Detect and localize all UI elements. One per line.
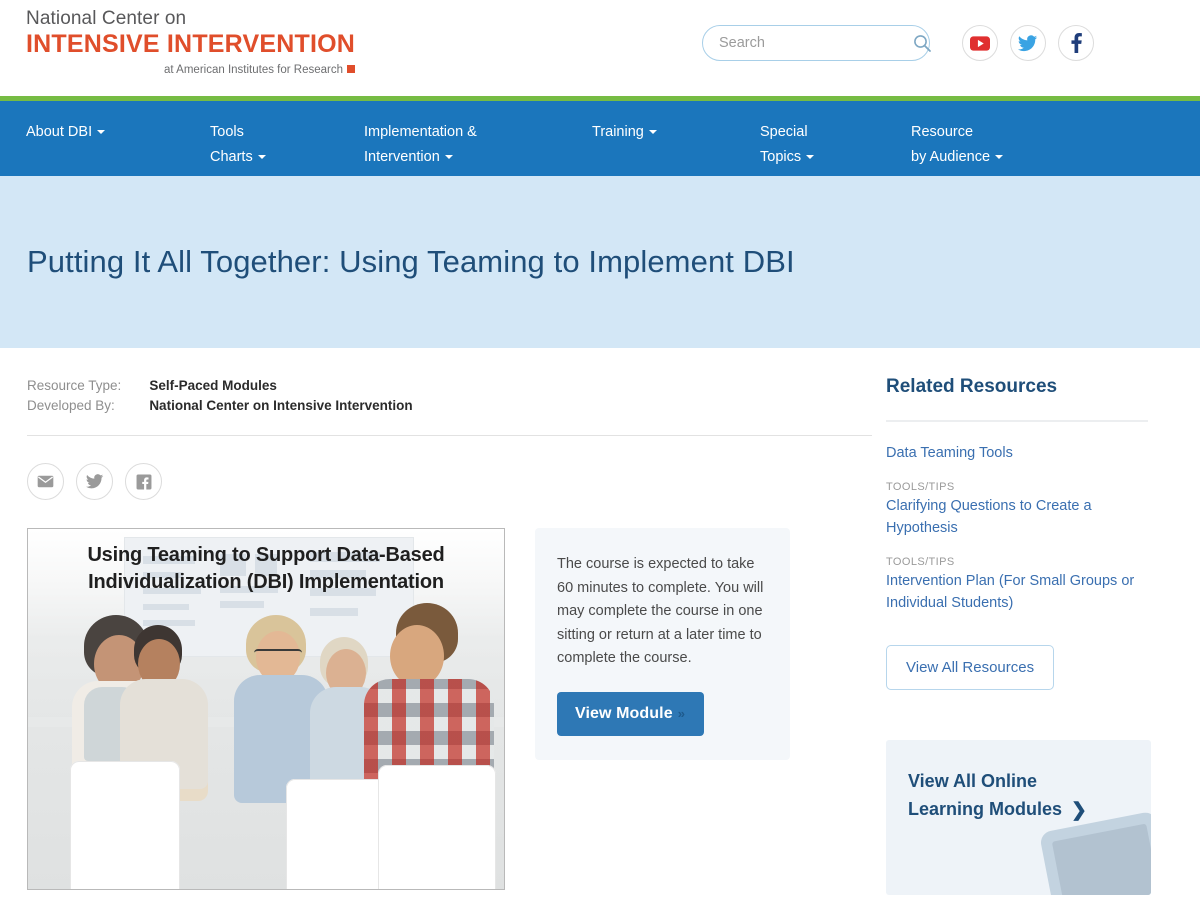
social-links xyxy=(962,25,1094,61)
nav-item-training[interactable]: Training xyxy=(592,120,657,145)
view-module-label: View Module xyxy=(575,704,673,722)
nav-label-line2: Intervention xyxy=(364,149,440,165)
logo-tagline: at American Institutes for Research xyxy=(26,62,355,78)
related-resources-list: Data Teaming Tools TOOLS/TIPS Clarifying… xyxy=(880,442,1200,614)
site-logo[interactable]: National Center on INTENSIVE INTERVENTIO… xyxy=(26,8,355,78)
promo-text: View All Online Learning Modules ❯ xyxy=(886,740,1101,825)
chevron-down-icon xyxy=(97,129,106,134)
related-resource-link[interactable]: Intervention Plan (For Small Groups or I… xyxy=(886,570,1151,614)
chair xyxy=(286,779,390,889)
youtube-link[interactable] xyxy=(962,25,998,61)
twitter-link[interactable] xyxy=(1010,25,1046,61)
search-box[interactable] xyxy=(702,25,931,61)
logo-line-1: National Center on xyxy=(26,8,187,29)
related-resources-title: Related Resources xyxy=(886,376,1058,397)
chevron-down-icon xyxy=(648,129,657,134)
chevron-right-icon: » xyxy=(677,705,686,721)
related-resource-item: Data Teaming Tools xyxy=(886,442,1151,464)
nav-label-line2-wrap: Topics xyxy=(760,145,815,170)
twitter-icon xyxy=(1018,34,1038,51)
site-header: National Center on INTENSIVE INTERVENTIO… xyxy=(0,0,1200,96)
primary-column: Resource Type: Self-Paced Modules Develo… xyxy=(0,348,880,895)
promo-line2: Learning Modules xyxy=(908,799,1063,819)
share-facebook-button[interactable] xyxy=(125,463,162,500)
nav-item-about-dbi[interactable]: About DBI xyxy=(26,120,106,145)
metadata-row: Developed By: National Center on Intensi… xyxy=(27,398,413,418)
nav-label-line2-wrap: Charts xyxy=(210,145,266,170)
share-email-button[interactable] xyxy=(27,463,64,500)
chevron-down-icon xyxy=(444,154,453,159)
resource-metadata: Resource Type: Self-Paced Modules Develo… xyxy=(27,378,413,418)
metadata-value: Self-Paced Modules xyxy=(149,378,277,393)
module-section: Using Teaming to Support Data-Based Indi… xyxy=(27,528,880,890)
search-input[interactable] xyxy=(703,26,912,60)
nav-label-line2: by Audience xyxy=(911,149,991,165)
view-module-button[interactable]: View Module» xyxy=(557,691,705,736)
module-thumbnail-title: Using Teaming to Support Data-Based Indi… xyxy=(28,529,504,596)
nav-label-line1: Training xyxy=(592,124,644,140)
share-twitter-button[interactable] xyxy=(76,463,113,500)
metadata-row: Resource Type: Self-Paced Modules xyxy=(27,378,413,398)
chevron-right-icon: ❯ xyxy=(1071,800,1087,821)
search-button[interactable] xyxy=(912,26,940,60)
related-resource-link[interactable]: Data Teaming Tools xyxy=(886,442,1013,464)
main-navigation: About DBI Tools Charts Implementation & … xyxy=(0,101,1200,176)
resource-category: TOOLS/TIPS xyxy=(886,481,955,493)
course-info-card: The course is expected to take 60 minute… xyxy=(535,528,790,760)
nav-label-line2-wrap: Intervention xyxy=(364,145,477,170)
nav-label-line2: Charts xyxy=(210,149,253,165)
page-title: Putting It All Together: Using Teaming t… xyxy=(27,244,795,279)
tablet-screen xyxy=(1051,823,1151,895)
related-resource-item: TOOLS/TIPS Intervention Plan (For Small … xyxy=(886,556,1151,614)
logo-line-2: INTENSIVE INTERVENTION xyxy=(26,30,355,58)
facebook-icon xyxy=(136,474,151,489)
logo-tagline-text: at American Institutes for Research xyxy=(164,64,343,76)
promo-line1: View All Online xyxy=(908,771,1038,791)
nav-item-special-topics[interactable]: Special Topics xyxy=(760,120,815,170)
nav-label-line2-wrap: by Audience xyxy=(911,145,1004,170)
envelope-icon xyxy=(37,475,54,488)
nav-item-resource-by-audience[interactable]: Resource by Audience xyxy=(911,120,1004,170)
divider xyxy=(886,420,1148,422)
main-content: Resource Type: Self-Paced Modules Develo… xyxy=(0,348,1200,895)
chevron-down-icon xyxy=(806,154,815,159)
sidebar: Related Resources Data Teaming Tools TOO… xyxy=(880,348,1200,895)
view-all-resources-button[interactable]: View All Resources xyxy=(886,645,1055,690)
metadata-label: Resource Type: xyxy=(27,378,122,393)
course-description: The course is expected to take 60 minute… xyxy=(557,556,764,666)
nav-label-line1: Resource xyxy=(911,124,974,140)
nav-label-line2: Topics xyxy=(760,149,802,165)
facebook-icon xyxy=(1070,33,1082,53)
metadata-label: Developed By: xyxy=(27,398,115,413)
module-title-line2: Individualization (DBI) Implementation xyxy=(88,571,444,593)
nav-label-line1: Implementation & xyxy=(364,124,477,140)
nav-label-line1: Special xyxy=(760,124,808,140)
twitter-icon xyxy=(85,474,103,489)
chevron-down-icon xyxy=(257,154,266,159)
nav-item-tools-charts[interactable]: Tools Charts xyxy=(210,120,266,170)
chair xyxy=(70,761,180,889)
facebook-link[interactable] xyxy=(1058,25,1094,61)
search-icon xyxy=(914,35,931,52)
resource-category: TOOLS/TIPS xyxy=(886,556,955,568)
youtube-icon xyxy=(970,35,990,51)
divider xyxy=(27,435,872,436)
chair xyxy=(378,765,496,889)
online-learning-modules-promo[interactable]: View All Online Learning Modules ❯ xyxy=(886,740,1151,895)
promo-line2-wrap: Learning Modules ❯ xyxy=(908,795,1101,825)
module-thumbnail[interactable]: Using Teaming to Support Data-Based Indi… xyxy=(27,528,505,890)
nav-item-implementation-intervention[interactable]: Implementation & Intervention xyxy=(364,120,477,170)
module-title-line1: Using Teaming to Support Data-Based xyxy=(87,544,445,566)
air-square-icon xyxy=(347,65,355,73)
metadata-value: National Center on Intensive Interventio… xyxy=(149,398,413,413)
page-hero: Putting It All Together: Using Teaming t… xyxy=(0,176,1200,348)
nav-label-line1: Tools xyxy=(210,124,244,140)
related-resource-link[interactable]: Clarifying Questions to Create a Hypothe… xyxy=(886,495,1151,539)
share-buttons xyxy=(27,463,880,500)
nav-label-line1: About DBI xyxy=(26,124,93,140)
chevron-down-icon xyxy=(995,154,1004,159)
related-resource-item: TOOLS/TIPS Clarifying Questions to Creat… xyxy=(886,481,1151,539)
